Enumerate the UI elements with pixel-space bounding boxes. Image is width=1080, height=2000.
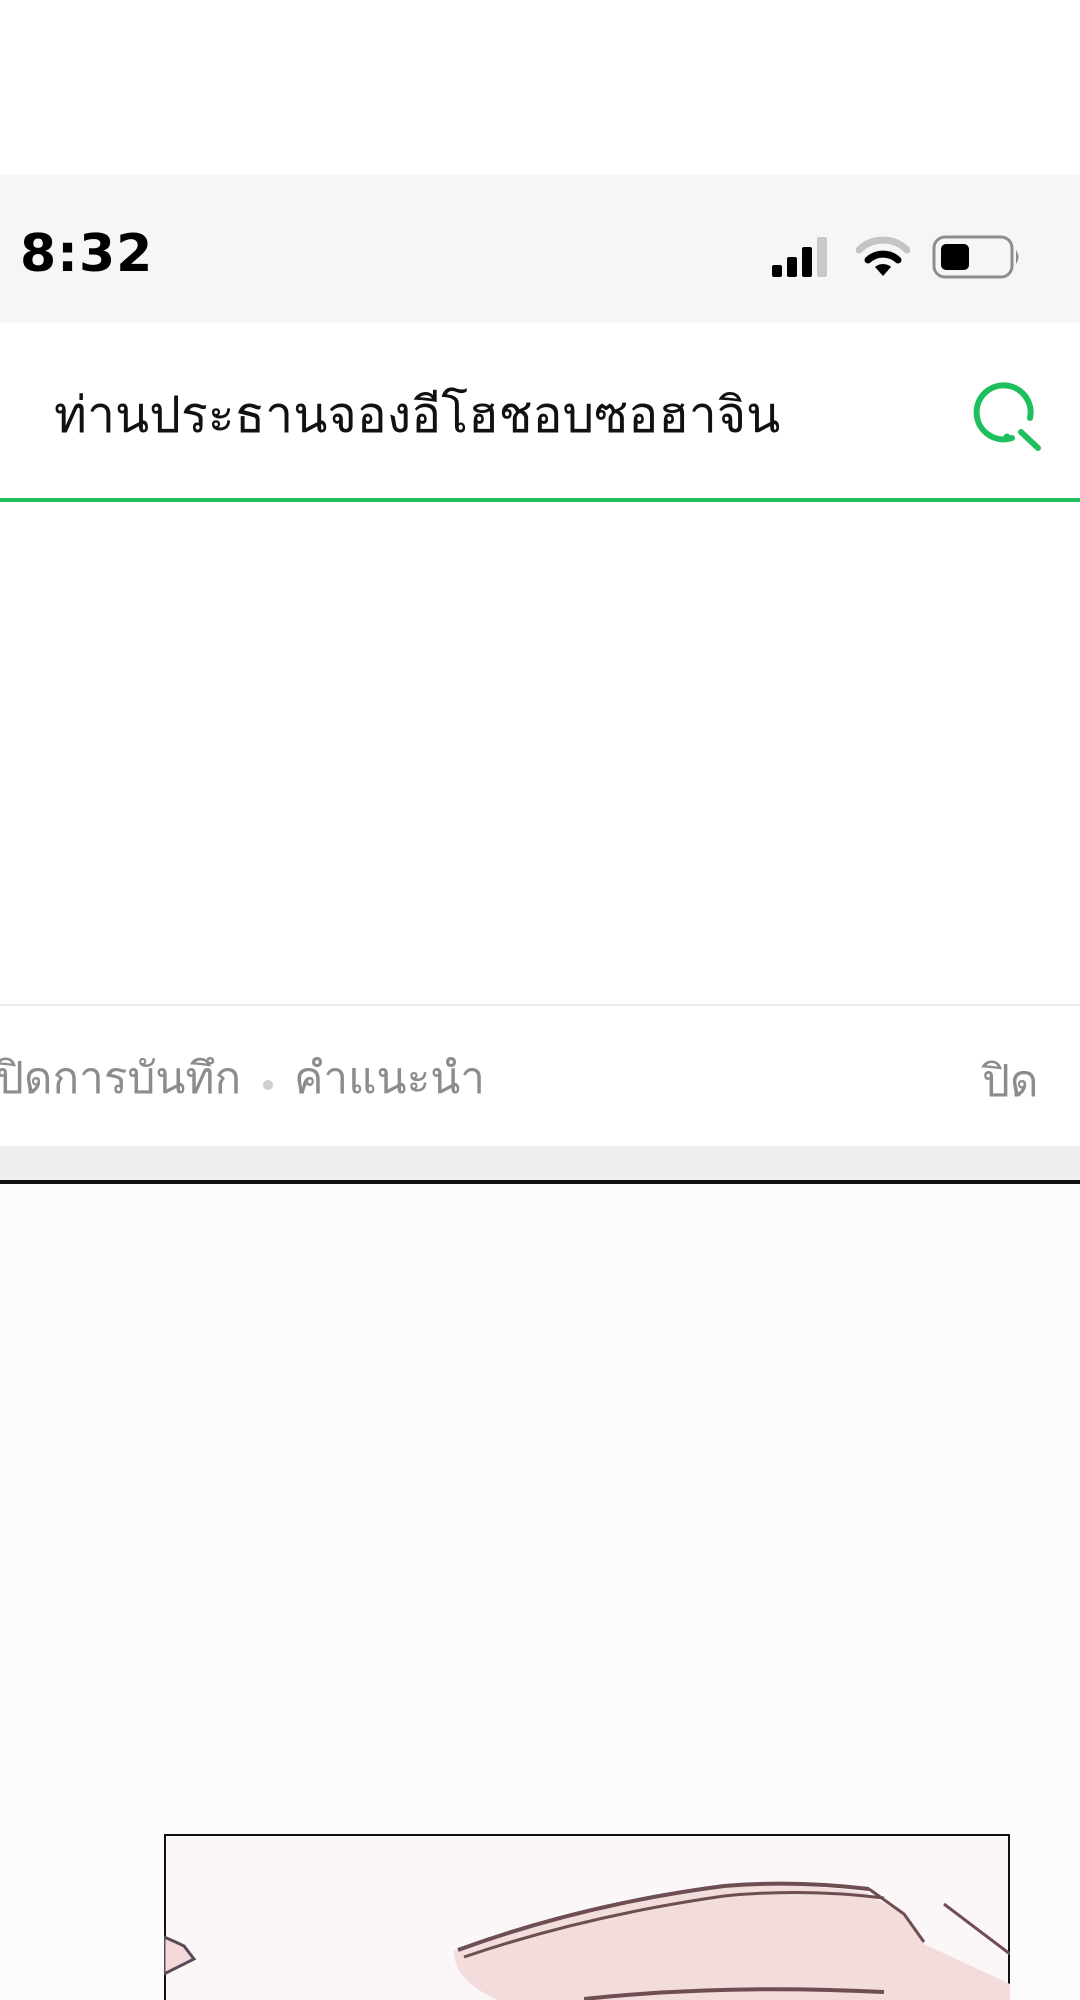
search-input[interactable]: ท่านประธานจองอีโฮชอบซอฮาจิน — [54, 388, 780, 443]
top-blank-area — [0, 0, 1080, 175]
suggestion-area — [0, 502, 1080, 1004]
recommend-button[interactable]: คำแนะนำ — [294, 1054, 485, 1103]
close-button[interactable]: ปิด — [982, 1057, 1039, 1106]
section-spacer — [0, 1146, 1080, 1180]
signal-icon — [772, 237, 827, 277]
separator-dot — [263, 1080, 273, 1090]
screen: 8:32 ท่านประธานจองอีโฮชอบซอฮาจิน ปิดการบ… — [0, 0, 1080, 2000]
status-time: 8:32 — [20, 224, 154, 284]
search-icon[interactable] — [968, 380, 1044, 452]
battery-icon — [932, 235, 1019, 279]
wifi-icon — [856, 236, 910, 276]
history-toggle-button[interactable]: ปิดการบันทึก — [0, 1054, 241, 1103]
status-bar — [0, 175, 1080, 323]
comic-panel-image — [164, 1834, 1010, 2000]
